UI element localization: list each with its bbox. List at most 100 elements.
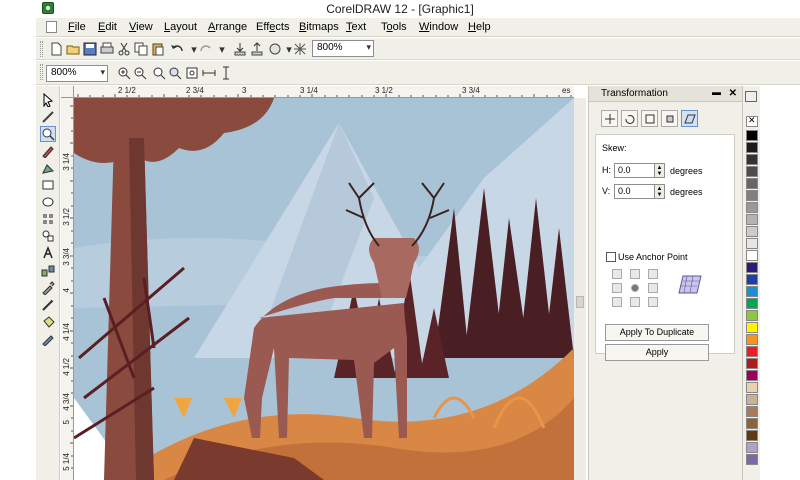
color-swatch[interactable] xyxy=(746,346,758,357)
polygon-tool-icon[interactable] xyxy=(40,211,56,227)
menu-help[interactable]: Help xyxy=(468,21,491,33)
color-swatch[interactable] xyxy=(746,130,758,141)
skew-v-stepper[interactable]: ▲ ▼ xyxy=(654,184,665,199)
color-swatch[interactable] xyxy=(746,154,758,165)
size-tab-icon[interactable] xyxy=(661,110,678,127)
document-icon[interactable] xyxy=(46,21,57,33)
anchor-top-left[interactable] xyxy=(612,269,622,279)
rectangle-tool-icon[interactable] xyxy=(40,177,56,193)
color-swatch[interactable] xyxy=(746,262,758,273)
zoom-to-all-objects-icon[interactable] xyxy=(167,65,183,81)
toolbar-grip[interactable] xyxy=(40,64,43,80)
zoom-level-combo[interactable]: 800% ▾ xyxy=(46,65,108,82)
color-swatch[interactable] xyxy=(746,322,758,333)
pick-tool-icon[interactable] xyxy=(40,92,56,108)
zoom-to-page-width-icon[interactable] xyxy=(201,65,217,81)
palette-menu-icon[interactable] xyxy=(745,91,757,102)
undo-icon[interactable] xyxy=(169,41,185,57)
anchor-bottom-left[interactable] xyxy=(612,297,622,307)
zoom-tool-icon[interactable] xyxy=(40,126,56,142)
anchor-middle-left[interactable] xyxy=(612,283,622,293)
menu-window[interactable]: Window xyxy=(419,21,458,33)
docker-title-bar[interactable]: Transformation ▬ ✕ xyxy=(589,86,743,102)
color-swatch[interactable] xyxy=(746,358,758,369)
rotate-tab-icon[interactable] xyxy=(621,110,638,127)
copy-icon[interactable] xyxy=(133,41,149,57)
paste-icon[interactable] xyxy=(150,41,166,57)
interactive-blend-tool-icon[interactable] xyxy=(40,263,56,279)
cut-icon[interactable] xyxy=(116,41,132,57)
color-swatch[interactable] xyxy=(746,370,758,381)
menu-view[interactable]: View xyxy=(129,21,153,33)
color-swatch[interactable] xyxy=(746,142,758,153)
color-swatch[interactable] xyxy=(746,238,758,249)
scale-mirror-tab-icon[interactable] xyxy=(641,110,658,127)
color-swatch[interactable] xyxy=(746,310,758,321)
color-swatch[interactable] xyxy=(746,286,758,297)
color-swatch[interactable] xyxy=(746,202,758,213)
color-swatch[interactable] xyxy=(746,214,758,225)
skew-tab-icon[interactable] xyxy=(681,110,698,127)
redo-dropdown-icon[interactable]: ▾ xyxy=(214,41,230,57)
docker-close-icon[interactable]: ✕ xyxy=(729,88,737,99)
zoom-levels-combo[interactable]: 800% ▾ xyxy=(312,40,374,57)
zoom-to-page-height-icon[interactable] xyxy=(218,65,234,81)
color-swatch[interactable] xyxy=(746,166,758,177)
color-swatch[interactable] xyxy=(746,178,758,189)
import-icon[interactable] xyxy=(232,41,248,57)
redo-icon[interactable] xyxy=(198,41,214,57)
position-tab-icon[interactable] xyxy=(601,110,618,127)
menu-file[interactable]: File xyxy=(68,21,86,33)
print-icon[interactable] xyxy=(99,41,115,57)
color-swatch[interactable] xyxy=(746,442,758,453)
anchor-middle-right[interactable] xyxy=(648,283,658,293)
zoom-in-icon[interactable] xyxy=(116,65,132,81)
menu-arrange[interactable]: Arrange xyxy=(208,21,247,33)
color-swatch[interactable] xyxy=(746,394,758,405)
drawing-canvas[interactable] xyxy=(74,98,574,480)
menu-edit[interactable]: Edit xyxy=(98,21,117,33)
menu-text[interactable]: Text xyxy=(346,21,366,33)
anchor-center[interactable] xyxy=(631,284,639,292)
zoom-out-icon[interactable] xyxy=(132,65,148,81)
freehand-tool-icon[interactable] xyxy=(40,143,56,159)
no-color-swatch[interactable] xyxy=(746,115,758,127)
export-icon[interactable] xyxy=(249,41,265,57)
new-icon[interactable] xyxy=(48,41,64,57)
open-icon[interactable] xyxy=(65,41,81,57)
color-swatch[interactable] xyxy=(746,430,758,441)
toolbar-grip[interactable] xyxy=(40,41,43,57)
color-swatch[interactable] xyxy=(746,190,758,201)
color-swatch[interactable] xyxy=(746,406,758,417)
color-swatch[interactable] xyxy=(746,298,758,309)
zoom-to-selected-icon[interactable] xyxy=(151,65,167,81)
menu-tools[interactable]: Tools xyxy=(381,21,407,33)
menu-layout[interactable]: Layout xyxy=(164,21,197,33)
color-swatch[interactable] xyxy=(746,334,758,345)
anchor-top-center[interactable] xyxy=(630,269,640,279)
anchor-top-right[interactable] xyxy=(648,269,658,279)
ruler-origin[interactable] xyxy=(61,86,74,98)
eyedropper-tool-icon[interactable] xyxy=(40,280,56,296)
save-icon[interactable] xyxy=(82,41,98,57)
scrollbar-thumb[interactable] xyxy=(576,296,584,308)
color-swatch[interactable] xyxy=(746,250,758,261)
smart-fill-tool-icon[interactable] xyxy=(40,160,56,176)
basic-shapes-tool-icon[interactable] xyxy=(40,228,56,244)
color-swatch[interactable] xyxy=(746,274,758,285)
text-tool-icon[interactable] xyxy=(40,245,56,261)
color-swatch[interactable] xyxy=(746,454,758,465)
ellipse-tool-icon[interactable] xyxy=(40,194,56,210)
vertical-ruler[interactable]: 3 1/4 3 1/2 3 3/4 4 4 1/4 4 1/2 4 3/4 5 … xyxy=(61,98,74,480)
corel-online-icon[interactable] xyxy=(292,41,308,57)
fill-tool-icon[interactable] xyxy=(40,314,56,330)
shape-tool-icon[interactable] xyxy=(40,109,56,125)
color-swatch[interactable] xyxy=(746,382,758,393)
use-anchor-point-checkbox[interactable] xyxy=(606,252,616,262)
docker-minimize-icon[interactable]: ▬ xyxy=(712,87,721,97)
vertical-scrollbar[interactable] xyxy=(574,98,586,480)
menu-bitmaps[interactable]: Bitmaps xyxy=(299,21,339,33)
anchor-bottom-center[interactable] xyxy=(630,297,640,307)
interactive-fill-tool-icon[interactable] xyxy=(40,331,56,347)
horizontal-ruler[interactable]: 2 1/2 2 3/4 3 3 1/4 3 1/2 3 3/4 es xyxy=(74,86,574,98)
